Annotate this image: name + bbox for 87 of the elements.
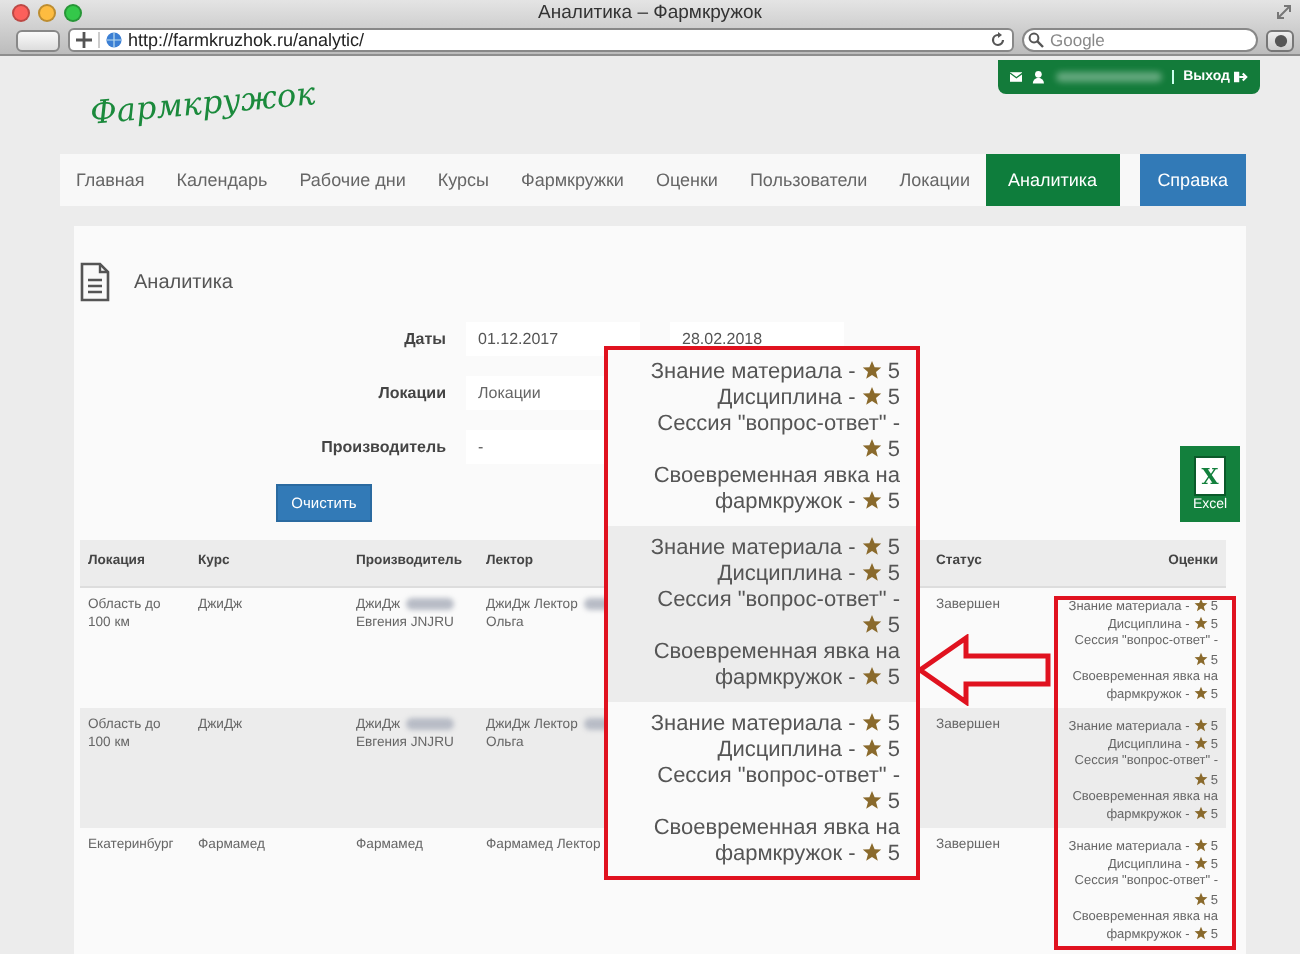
rating-label: Своевременная явка на bbox=[653, 816, 900, 842]
page-title: Аналитика bbox=[134, 271, 233, 293]
rating-label: фармкружок - bbox=[714, 490, 856, 514]
rating-label: Сессия "вопрос-ответ" - bbox=[657, 764, 900, 788]
star-icon bbox=[861, 562, 882, 582]
rating-score: 5 bbox=[887, 666, 900, 690]
rating-score: 5 bbox=[887, 790, 900, 814]
nav-tab[interactable]: Главная bbox=[60, 154, 161, 206]
filter-label: Производитель bbox=[321, 438, 446, 456]
star-icon bbox=[1193, 598, 1208, 612]
rating-label: Дисциплина - bbox=[717, 738, 856, 762]
nav-tab[interactable]: Пользователи bbox=[733, 154, 884, 206]
rating-label: Сессия "вопрос-ответ" - bbox=[657, 588, 900, 612]
help-button[interactable]: Справка bbox=[1139, 154, 1246, 206]
resize-icon[interactable] bbox=[1276, 4, 1292, 20]
input-field[interactable]: 01.12.2017 bbox=[466, 322, 640, 356]
star-icon bbox=[1193, 891, 1208, 906]
rating-label: Дисциплина - bbox=[717, 562, 856, 586]
filter-label: Локации bbox=[378, 384, 446, 402]
blurred-text bbox=[406, 598, 454, 611]
globe-icon bbox=[106, 32, 122, 48]
plus-icon[interactable] bbox=[76, 32, 100, 48]
rating-score: 5 bbox=[887, 614, 900, 638]
star-icon bbox=[1193, 838, 1208, 852]
rating-score: 5 bbox=[887, 712, 900, 736]
nav-tab[interactable]: Календарь bbox=[160, 154, 284, 206]
nav-tab[interactable]: Локации bbox=[883, 154, 986, 206]
rating-label: Знание материала - bbox=[650, 536, 856, 560]
logout-icon bbox=[1234, 70, 1248, 84]
rating-label: Знание материала - bbox=[650, 712, 856, 736]
star-icon bbox=[1193, 806, 1208, 821]
nav-tab[interactable]: Курсы bbox=[421, 154, 505, 206]
star-icon bbox=[861, 842, 882, 862]
nav-tab[interactable]: Оценки bbox=[639, 154, 734, 206]
star-icon bbox=[861, 738, 882, 758]
rating-label: Сессия "вопрос-ответ" - bbox=[657, 412, 900, 436]
address-field[interactable]: http://farmkruzhok.ru/analytic/ bbox=[68, 28, 1014, 52]
star-icon bbox=[1193, 718, 1208, 732]
star-icon bbox=[1193, 856, 1208, 871]
star-icon bbox=[861, 614, 882, 634]
search-icon bbox=[1028, 32, 1044, 48]
star-icon bbox=[861, 536, 882, 556]
star-icon bbox=[861, 666, 882, 686]
rating-score: 5 bbox=[887, 490, 900, 514]
nav-tab[interactable]: Аналитика bbox=[985, 154, 1120, 206]
filter-label: Даты bbox=[404, 330, 446, 348]
nav-tab[interactable]: Рабочие дни bbox=[283, 154, 422, 206]
rating-label: фармкружок - bbox=[714, 842, 856, 866]
blurred-text bbox=[406, 718, 454, 731]
star-icon bbox=[1193, 736, 1208, 751]
rating-score: 5 bbox=[887, 562, 900, 586]
rating-label: фармкружок - bbox=[714, 666, 856, 690]
star-icon bbox=[1193, 651, 1208, 666]
mail-icon[interactable] bbox=[1010, 70, 1023, 84]
star-icon bbox=[1193, 926, 1208, 941]
rating-score: 5 bbox=[887, 386, 900, 410]
window-title: Аналитика – Фармкружок bbox=[538, 2, 762, 24]
rating-label: Дисциплина - bbox=[717, 386, 856, 410]
reload-icon[interactable] bbox=[990, 32, 1006, 48]
back-forward-buttons[interactable] bbox=[16, 29, 60, 51]
document-icon bbox=[80, 262, 110, 302]
rating-score: 5 bbox=[887, 842, 900, 866]
circle-icon bbox=[1273, 33, 1287, 47]
rating-score: 5 bbox=[887, 438, 900, 462]
nav-tab[interactable]: Фармкружки bbox=[504, 154, 640, 206]
star-icon bbox=[1193, 771, 1208, 786]
star-icon bbox=[861, 438, 882, 458]
rating-score: 5 bbox=[887, 536, 900, 560]
star-icon bbox=[861, 360, 882, 380]
user-icon[interactable] bbox=[1032, 70, 1046, 84]
rating-score: 5 bbox=[887, 738, 900, 762]
toolbar-button[interactable] bbox=[1266, 29, 1294, 51]
blurred-text bbox=[1055, 72, 1162, 82]
star-icon bbox=[861, 790, 882, 810]
logo[interactable]: Фармкружок bbox=[88, 74, 317, 134]
rating-label: Своевременная явка на bbox=[653, 464, 900, 490]
rating-score: 5 bbox=[887, 360, 900, 384]
rating-label: Знание материала - bbox=[650, 360, 856, 384]
star-icon bbox=[1193, 616, 1208, 631]
rating-label: Своевременная явка на bbox=[653, 640, 900, 666]
search-field[interactable]: Google bbox=[1022, 28, 1258, 52]
star-icon bbox=[861, 712, 882, 732]
zoom-button[interactable] bbox=[64, 4, 82, 22]
star-icon bbox=[861, 386, 882, 406]
star-icon bbox=[1193, 686, 1208, 701]
star-icon bbox=[861, 490, 882, 510]
close-button[interactable] bbox=[12, 4, 30, 22]
